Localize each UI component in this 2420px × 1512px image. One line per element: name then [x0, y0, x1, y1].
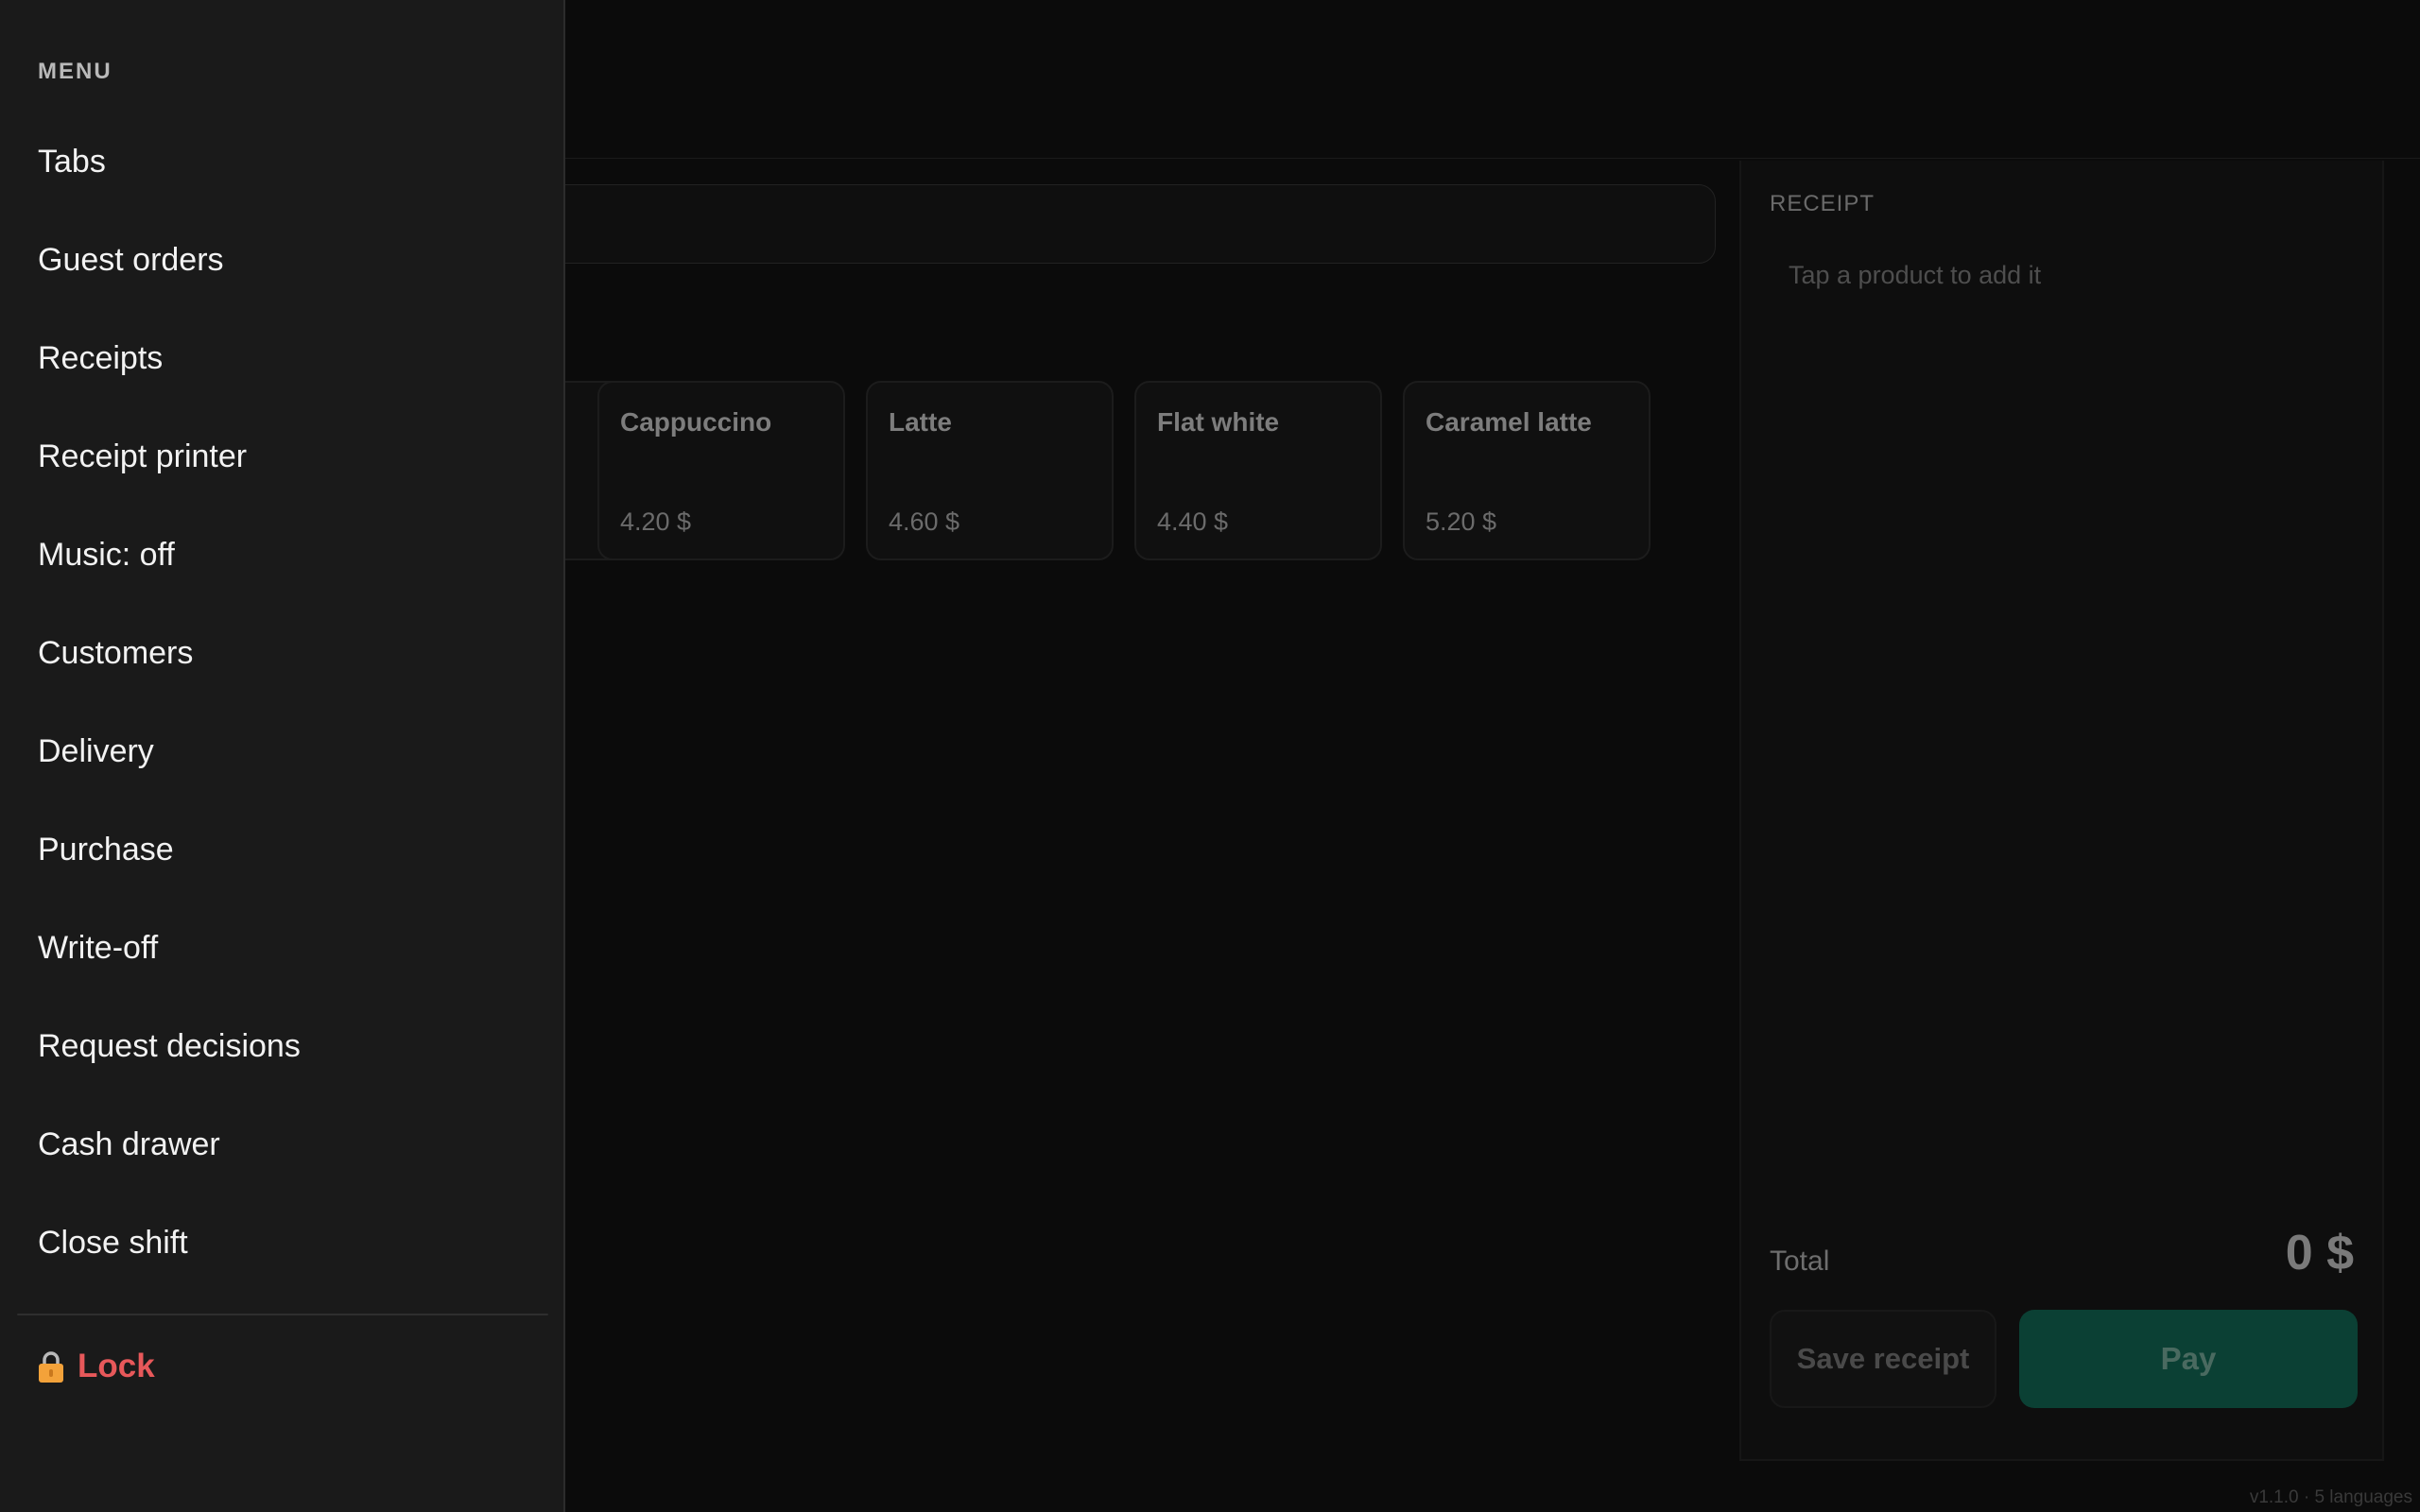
product-name: Cappuccino	[620, 407, 772, 437]
menu-item-customers[interactable]: Customers	[0, 604, 563, 702]
product-price: 5.20 $	[1426, 507, 1497, 536]
pos-screen: Cappuccino 4.20 $ Latte 4.60 $ Flat whit…	[0, 0, 2420, 1512]
pay-button[interactable]: Pay	[2019, 1310, 2358, 1408]
lock-icon	[38, 1349, 64, 1383]
product-price: 4.60 $	[889, 507, 960, 536]
side-menu-drawer: MENU Tabs Guest orders Receipts Receipt …	[0, 0, 565, 1512]
product-price: 4.40 $	[1157, 507, 1229, 536]
menu-item-close-shift[interactable]: Close shift	[0, 1194, 563, 1292]
total-label: Total	[1770, 1246, 1830, 1277]
menu-item-guest-orders[interactable]: Guest orders	[0, 211, 563, 309]
menu-item-write-off[interactable]: Write-off	[0, 899, 563, 997]
menu-item-delivery[interactable]: Delivery	[0, 702, 563, 800]
menu-heading: MENU	[38, 59, 112, 84]
product-name: Caramel latte	[1426, 407, 1592, 437]
receipt-panel: RECEIPT Tap a product to add it Total 0 …	[1739, 161, 2384, 1461]
version-label: v1.1.0 · 5 languages	[2249, 1487, 2412, 1507]
receipt-empty-hint: Tap a product to add it	[1789, 261, 2042, 289]
product-name: Latte	[889, 407, 952, 437]
product-card-cappuccino[interactable]: Cappuccino 4.20 $	[597, 381, 845, 560]
save-receipt-button[interactable]: Save receipt	[1770, 1310, 1996, 1408]
receipt-title: RECEIPT	[1770, 191, 1876, 216]
menu-item-receipt-printer[interactable]: Receipt printer	[0, 407, 563, 506]
product-price: 4.20 $	[620, 507, 692, 536]
product-card-latte[interactable]: Latte 4.60 $	[866, 381, 1114, 560]
menu-item-purchase[interactable]: Purchase	[0, 800, 563, 899]
lock-button[interactable]: Lock	[38, 1338, 155, 1395]
product-name: Flat white	[1157, 407, 1280, 437]
product-card-caramel-latte[interactable]: Caramel latte 5.20 $	[1403, 381, 1651, 560]
menu-item-music[interactable]: Music: off	[0, 506, 563, 604]
menu-item-cash-drawer[interactable]: Cash drawer	[0, 1095, 563, 1194]
menu-item-tabs[interactable]: Tabs	[0, 112, 563, 211]
menu-item-request-decisions[interactable]: Request decisions	[0, 997, 563, 1095]
menu-item-receipts[interactable]: Receipts	[0, 309, 563, 407]
total-value: 0 $	[2285, 1226, 2354, 1280]
lock-label: Lock	[78, 1348, 155, 1384]
menu-divider	[17, 1314, 548, 1315]
product-card-flat-white[interactable]: Flat white 4.40 $	[1134, 381, 1382, 560]
search-bar[interactable]	[529, 184, 1716, 264]
menu-list: Tabs Guest orders Receipts Receipt print…	[0, 112, 563, 1292]
